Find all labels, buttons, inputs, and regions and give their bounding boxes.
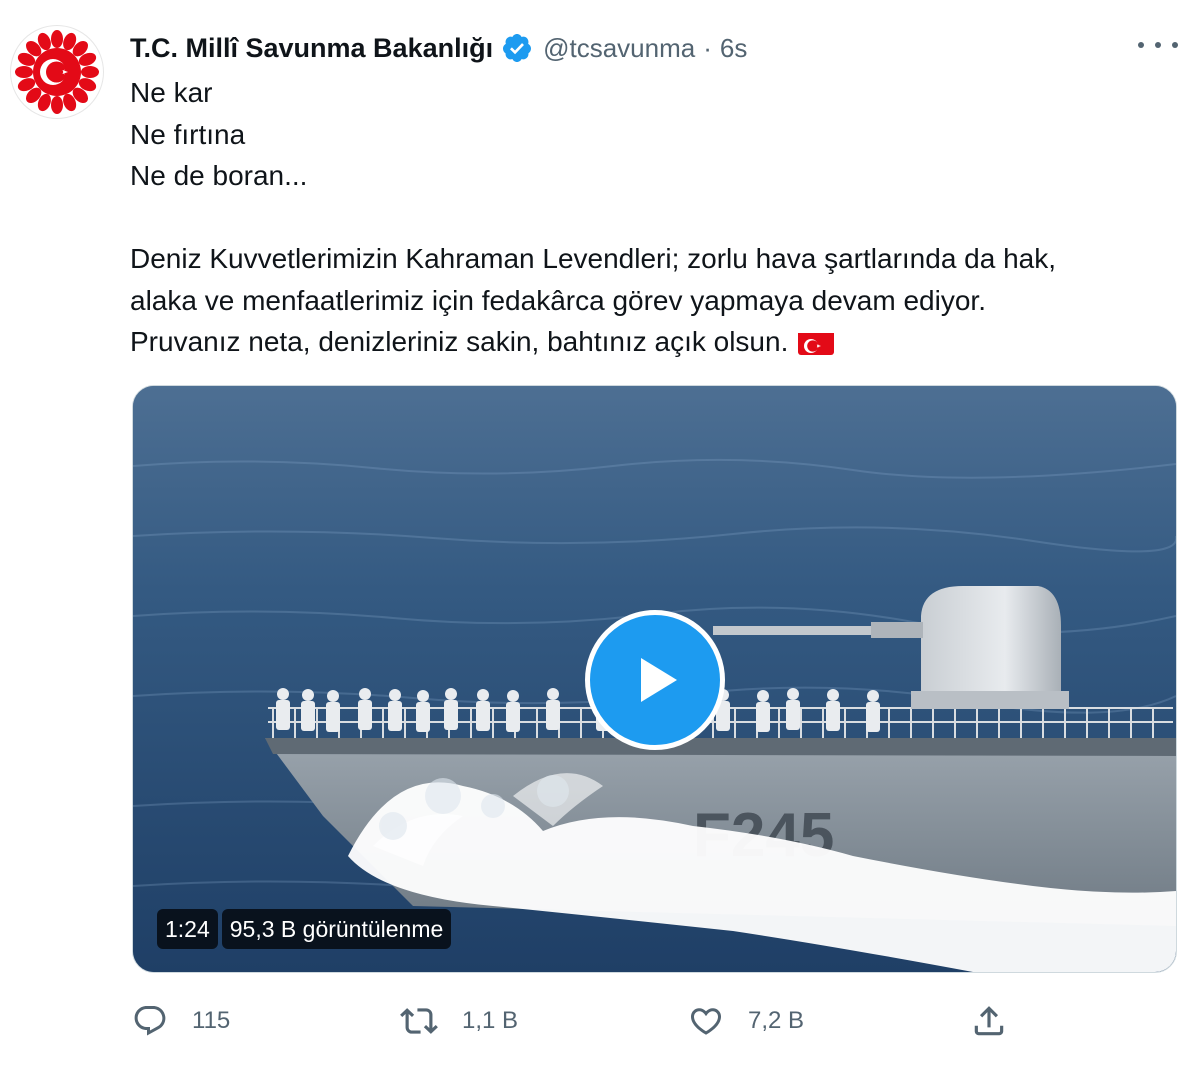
tweet-line: alaka ve menfaatlerimiz için fedakârca g…	[130, 284, 986, 316]
like-button[interactable]: 7,2 B	[688, 996, 804, 1046]
retweet-count: 1,1 B	[462, 1007, 519, 1034]
tweet-line-with-flag: Pruvanız neta, denizleriniz sakin, bahtı…	[130, 321, 1170, 363]
tweet-time[interactable]: 6s	[720, 33, 747, 64]
tweet-line-text: Pruvanız neta, denizleriniz sakin, bahtı…	[130, 326, 789, 357]
retweet-button[interactable]: 1,1 B	[400, 996, 518, 1046]
tweet-line: Ne fırtına	[130, 118, 246, 150]
heart-icon	[690, 1008, 722, 1035]
tweet-line: Deniz Kuvvetlerimizin Kahraman Levendler…	[130, 243, 1057, 274]
more-options-icon[interactable]	[1138, 30, 1178, 60]
tweet-line: Ne kar	[130, 77, 213, 108]
action-bar: 115 1,1 B 7,2 B	[130, 996, 1190, 1046]
video-views: 95,3 B görüntülenme	[221, 909, 452, 949]
avatar[interactable]	[10, 25, 104, 119]
display-name[interactable]: T.C. Millî Savunma Bakanlığı	[130, 33, 493, 64]
like-count: 7,2 B	[748, 1007, 805, 1034]
tweet-card[interactable]: T.C. Millî Savunma Bakanlığı @tcsavunma …	[0, 0, 1200, 1071]
ministry-emblem-icon	[13, 28, 101, 116]
verified-badge-icon	[501, 32, 533, 64]
video-duration: 1:24	[157, 909, 218, 949]
separator: ·	[703, 32, 712, 63]
video-player[interactable]: F245 1:24 95,3 B görüntülenme	[132, 385, 1177, 973]
video-meta: 1:24 95,3 B görüntülenme	[157, 909, 452, 949]
reply-icon	[134, 1006, 166, 1036]
tweet-text: Ne kar Ne fırtına Ne de boran... Deniz K…	[130, 72, 1170, 363]
play-button[interactable]	[585, 610, 725, 750]
reply-count: 115	[192, 1007, 231, 1034]
retweet-icon	[400, 1008, 438, 1034]
share-icon	[974, 1006, 1004, 1036]
tweet-header: T.C. Millî Savunma Bakanlığı @tcsavunma …	[130, 28, 747, 68]
reply-button[interactable]: 115	[132, 996, 230, 1046]
share-button[interactable]	[970, 996, 1008, 1046]
turkey-flag-icon	[798, 329, 835, 355]
play-icon	[641, 658, 677, 702]
account-handle[interactable]: @tcsavunma	[543, 33, 695, 64]
tweet-line: Ne de boran...	[130, 160, 308, 191]
